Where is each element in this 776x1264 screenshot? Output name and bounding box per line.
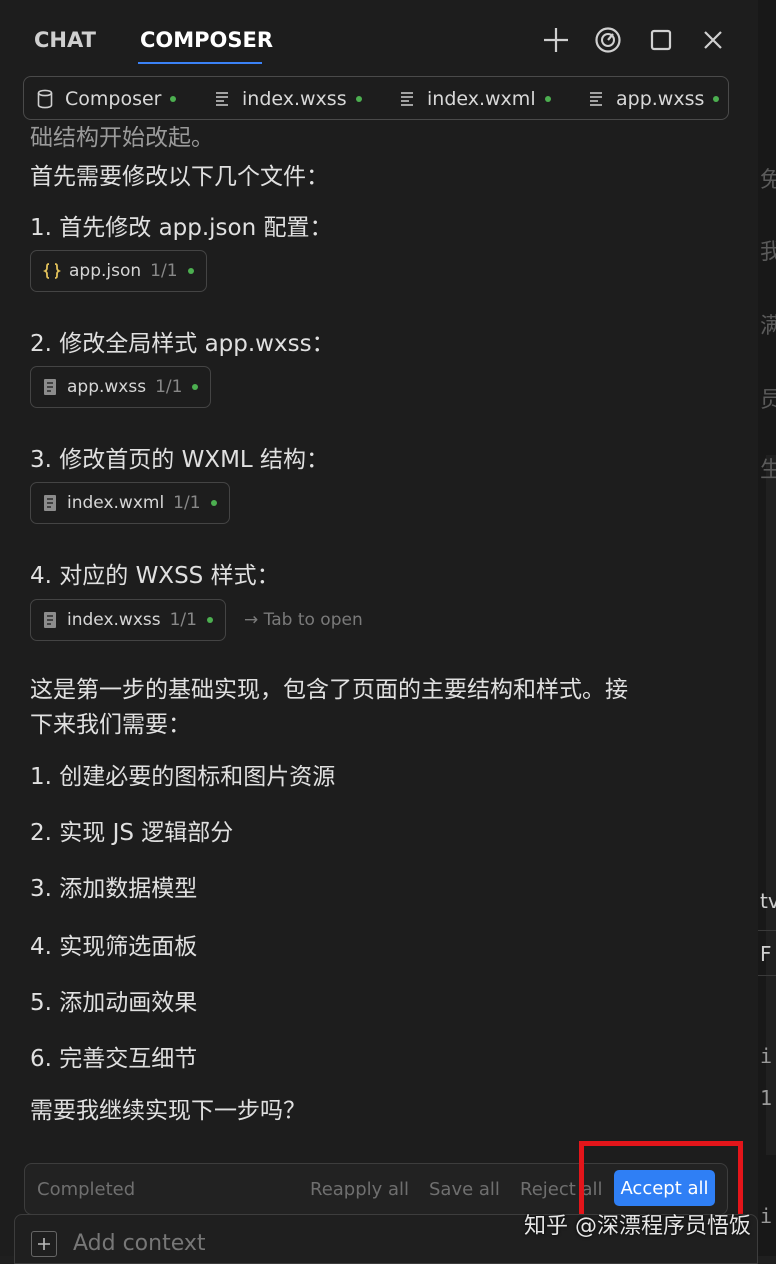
status-dot [170,96,177,102]
divider [758,975,776,976]
todo-item: 2. 实现 JS 逻辑部分 [30,820,234,846]
active-tab-indicator [138,62,262,64]
cut-off-text: 础结构开始改起。 [30,125,214,151]
divider [758,930,776,931]
file-tab-index-wxss[interactable]: index.wxss [214,88,362,110]
watermark-text: 知乎 @深漂程序员悟饭 [524,1214,751,1239]
cropped-code: 1 [760,1086,773,1110]
square-icon[interactable] [643,22,679,58]
file-tab-label: index.wxml [427,88,536,110]
close-icon[interactable] [695,22,731,58]
summary-line-1: 这是第一步的基础实现，包含了页面的主要结构和样式。接 [30,677,628,703]
chip-count: 1/1 [155,377,183,397]
cropped-text: 免 [760,168,776,193]
chip-filename: index.wxss [67,610,161,630]
cropped-text: F [760,942,772,966]
file-tab-index-wxml[interactable]: index.wxml [399,88,551,110]
cropped-text: tv [760,889,776,913]
summary-line-2: 下来我们需要： [30,712,191,738]
file-tab-label: app.wxss [616,88,705,110]
step-1-text: 1. 首先修改 app.json 配置： [30,215,333,241]
file-tab-label: index.wxss [242,88,347,110]
file-tab-app-wxss[interactable]: app.wxss [588,88,720,110]
editor-edge-strip: 免 我 满 员 生 tv F i 1 i [758,0,776,1256]
save-all-button[interactable]: Save all [429,1179,500,1200]
step-4-text: 4. 对应的 WXSS 样式： [30,563,280,589]
accept-all-button[interactable]: Accept all [614,1170,715,1206]
status-text: Completed [37,1179,136,1200]
todo-item: 6. 完善交互细节 [30,1046,198,1072]
file-chip-app-json[interactable]: app.json 1/1 [30,250,207,292]
plus-icon[interactable] [31,1231,57,1257]
chip-filename: app.wxss [67,377,147,397]
todo-item: 5. 添加动画效果 [30,990,198,1016]
cropped-text: 满 [760,314,776,339]
status-dot [210,500,217,506]
speed-history-icon[interactable] [590,22,626,58]
tab-chat[interactable]: CHAT [34,28,96,52]
step-2-text: 2. 修改全局样式 app.wxss： [30,331,335,357]
cropped-text: 员 [760,388,776,413]
chip-count: 1/1 [150,261,178,281]
file-lines-icon [399,90,415,108]
add-context-label: Add context [73,1231,206,1256]
cropped-text: 生 [760,458,776,483]
chip-filename: index.wxml [67,493,165,513]
todo-item: 1. 创建必要的图标和图片资源 [30,764,336,790]
chip-count: 1/1 [173,493,201,513]
database-icon [37,89,53,109]
open-files-bar: Composer index.wxss index.wxml app.wxss [23,76,729,120]
braces-icon [43,262,61,280]
cropped-code: i [760,1044,773,1068]
file-chip-index-wxml[interactable]: index.wxml 1/1 [30,482,230,524]
composer-panel: CHAT COMPOSER Composer index.wxss index.… [0,0,758,1264]
status-dot [206,617,213,623]
reject-all-button[interactable]: Reject all [520,1179,603,1200]
status-dot [544,96,551,102]
file-tab-composer[interactable]: Composer [37,88,177,110]
follow-up-question: 需要我继续实现下一步吗？ [30,1098,306,1124]
status-dot [713,96,720,102]
tab-composer[interactable]: COMPOSER [140,28,273,52]
file-chip-app-wxss[interactable]: app.wxss 1/1 [30,366,212,408]
tab-to-open-hint: → Tab to open [244,610,363,630]
file-lines-icon [214,90,230,108]
file-chip-index-wxss[interactable]: index.wxss 1/1 [30,599,226,641]
intro-text: 首先需要修改以下几个文件： [30,164,329,190]
todo-item: 3. 添加数据模型 [30,876,198,902]
file-lines-icon [43,378,59,396]
status-dot [192,384,199,390]
file-lines-icon [43,611,59,629]
chip-count: 1/1 [169,610,197,630]
plus-icon[interactable] [538,22,574,58]
chip-filename: app.json [69,261,142,281]
status-dot [187,268,194,274]
file-lines-icon [43,494,59,512]
todo-item: 4. 实现筛选面板 [30,934,198,960]
file-lines-icon [588,90,604,108]
status-dot [355,96,362,102]
reapply-all-button[interactable]: Reapply all [310,1179,409,1200]
cropped-code: i [760,1204,773,1228]
cropped-text: 我 [760,240,776,265]
step-3-text: 3. 修改首页的 WXML 结构： [30,447,330,473]
file-tab-label: Composer [65,88,162,110]
